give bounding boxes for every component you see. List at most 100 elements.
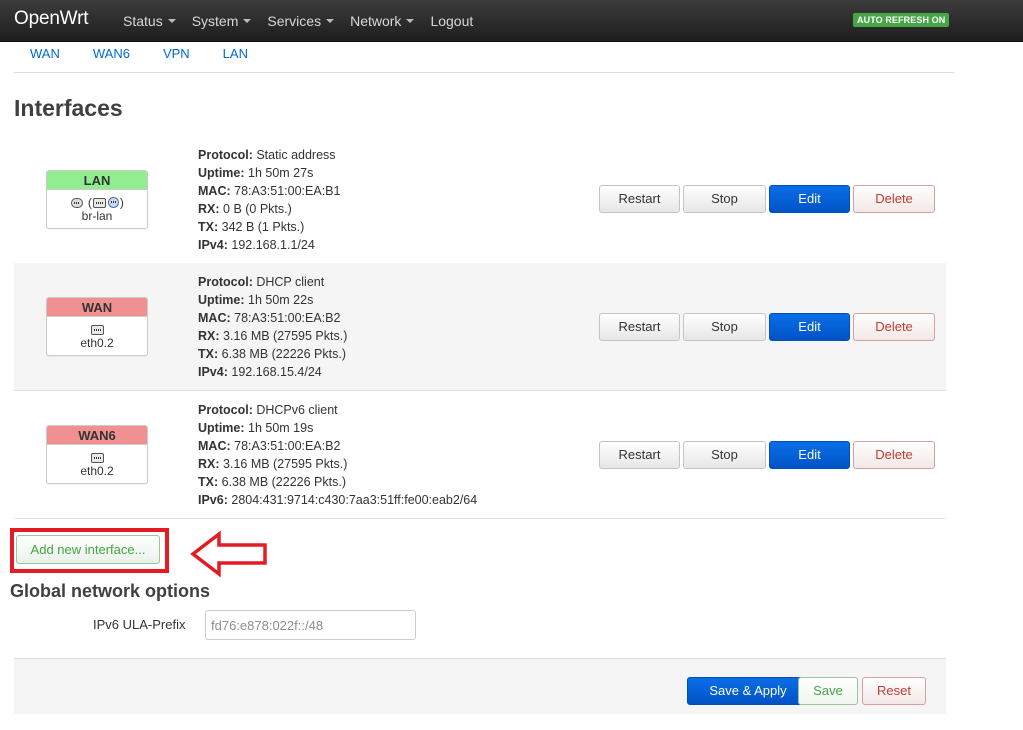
device-icons: [47, 445, 147, 464]
menu-services[interactable]: Services: [259, 0, 342, 42]
detail-key: MAC:: [198, 184, 231, 198]
menu-label: Services: [267, 13, 322, 29]
detail-value: 0 B (0 Pkts.): [223, 202, 292, 216]
delete-button[interactable]: Delete: [853, 313, 935, 341]
detail-key: RX:: [198, 202, 220, 216]
detail-key: TX:: [198, 347, 219, 361]
chevron-down-icon: [167, 19, 176, 24]
detail-key: Protocol:: [198, 275, 253, 289]
detail-key: IPv4:: [198, 238, 228, 252]
detail-key: IPv4:: [198, 365, 228, 379]
detail-line: Uptime: 1h 50m 22s: [198, 291, 347, 309]
tab-lan[interactable]: LAN: [207, 42, 265, 72]
interface-badge: WAN6 eth0.2: [46, 425, 148, 484]
detail-value: 1h 50m 27s: [248, 166, 314, 180]
top-navbar: OpenWrt Status System Services Network L…: [0, 0, 1023, 42]
detail-key: Protocol:: [198, 148, 253, 162]
reset-button[interactable]: Reset: [862, 677, 926, 705]
menu-logout[interactable]: Logout: [422, 0, 481, 42]
detail-value: 3.16 MB (27595 Pkts.): [223, 329, 348, 343]
detail-line: Protocol: DHCP client: [198, 273, 347, 291]
paren-open: (: [87, 195, 92, 210]
restart-button[interactable]: Restart: [599, 185, 680, 213]
detail-key: Uptime:: [198, 293, 245, 307]
stop-button[interactable]: Stop: [683, 185, 766, 213]
save-button[interactable]: Save: [798, 677, 858, 705]
menu-label: System: [191, 13, 239, 29]
menu-network[interactable]: Network: [342, 0, 422, 42]
interface-details: Protocol: DHCPv6 client Uptime: 1h 50m 1…: [198, 401, 477, 509]
detail-value: DHCP client: [256, 275, 325, 289]
detail-value: 342 B (1 Pkts.): [221, 220, 305, 234]
device-icons: [47, 317, 147, 336]
detail-value: 78:A3:51:00:EA:B2: [234, 311, 341, 325]
stop-button[interactable]: Stop: [683, 441, 766, 469]
brand-logo[interactable]: OpenWrt: [14, 8, 88, 30]
device-name: br-lan: [81, 209, 113, 223]
detail-line: MAC: 78:A3:51:00:EA:B2: [198, 437, 477, 455]
detail-key: IPv6:: [198, 493, 228, 507]
detail-key: RX:: [198, 329, 220, 343]
page-title: Interfaces: [14, 95, 123, 121]
detail-line: TX: 342 B (1 Pkts.): [198, 218, 340, 236]
ethernet-icon: [90, 452, 104, 463]
interface-row-wan6: WAN6 eth0.2 Protocol: DHCPv6 client Upti…: [14, 391, 946, 519]
menu-system[interactable]: System: [184, 0, 260, 42]
interface-row-wan: WAN eth0.2 Protocol: DHCP client Uptime:…: [14, 263, 946, 391]
detail-key: Uptime:: [198, 421, 245, 435]
detail-value: 192.168.15.4/24: [231, 365, 322, 379]
interface-badge: WAN eth0.2: [46, 297, 148, 356]
interface-details: Protocol: Static address Uptime: 1h 50m …: [198, 146, 340, 254]
chevron-down-icon: [326, 19, 335, 24]
detail-line: Protocol: Static address: [198, 146, 340, 164]
tab-vpn[interactable]: VPN: [147, 42, 207, 72]
global-options-heading: Global network options: [10, 581, 211, 601]
detail-line: TX: 6.38 MB (22226 Pkts.): [198, 473, 477, 491]
ula-prefix-input[interactable]: [205, 610, 416, 640]
ethernet-icon: [90, 324, 104, 335]
edit-button[interactable]: Edit: [769, 441, 850, 469]
edit-button[interactable]: Edit: [769, 313, 850, 341]
detail-value: 6.38 MB (22226 Pkts.): [221, 475, 346, 489]
delete-button[interactable]: Delete: [853, 441, 935, 469]
detail-line: IPv4: 192.168.15.4/24: [198, 363, 347, 381]
detail-value: DHCPv6 client: [256, 403, 338, 417]
interface-row-lan: LAN () br-lan Protocol: Static address U…: [14, 136, 946, 264]
interface-name: WAN6: [47, 426, 147, 445]
device-icons: (): [47, 190, 147, 210]
detail-value: Static address: [256, 148, 336, 162]
edit-button[interactable]: Edit: [769, 185, 850, 213]
detail-line: TX: 6.38 MB (22226 Pkts.): [198, 345, 347, 363]
add-interface-button[interactable]: Add new interface...: [16, 535, 160, 564]
ula-prefix-label: IPv6 ULA-Prefix: [93, 617, 186, 632]
tab-wan[interactable]: WAN: [14, 42, 77, 72]
wifi-icon: [107, 197, 119, 209]
detail-key: MAC:: [198, 439, 231, 453]
stop-button[interactable]: Stop: [683, 313, 766, 341]
tab-wan6[interactable]: WAN6: [77, 42, 147, 72]
auto-refresh-badge[interactable]: AUTO REFRESH ON: [853, 13, 950, 27]
detail-key: Uptime:: [198, 166, 245, 180]
paren-close: ): [119, 195, 124, 210]
detail-value: 192.168.1.1/24: [231, 238, 315, 252]
restart-button[interactable]: Restart: [599, 313, 680, 341]
save-apply-button[interactable]: Save & Apply: [687, 677, 809, 705]
menu-label: Status: [123, 13, 163, 29]
ethernet-icon: [92, 197, 106, 208]
detail-key: RX:: [198, 457, 220, 471]
interface-badge: LAN () br-lan: [46, 170, 148, 229]
annotation-arrow-icon: [190, 530, 267, 578]
detail-key: MAC:: [198, 311, 231, 325]
delete-button[interactable]: Delete: [853, 185, 935, 213]
menu-label: Network: [350, 13, 402, 29]
detail-line: IPv6: 2804:431:9714:c430:7aa3:51ff:fe00:…: [198, 491, 477, 509]
restart-button[interactable]: Restart: [599, 441, 680, 469]
menu-status[interactable]: Status: [115, 0, 184, 42]
detail-value: 1h 50m 19s: [248, 421, 314, 435]
bridge-icon: [71, 197, 84, 208]
interface-tabs: WAN WAN6 VPN LAN: [14, 42, 954, 73]
footer-action-bar: Save & Apply Save Reset: [14, 658, 946, 714]
interface-name: LAN: [47, 171, 147, 190]
chevron-down-icon: [243, 19, 252, 24]
detail-value: 1h 50m 22s: [248, 293, 314, 307]
